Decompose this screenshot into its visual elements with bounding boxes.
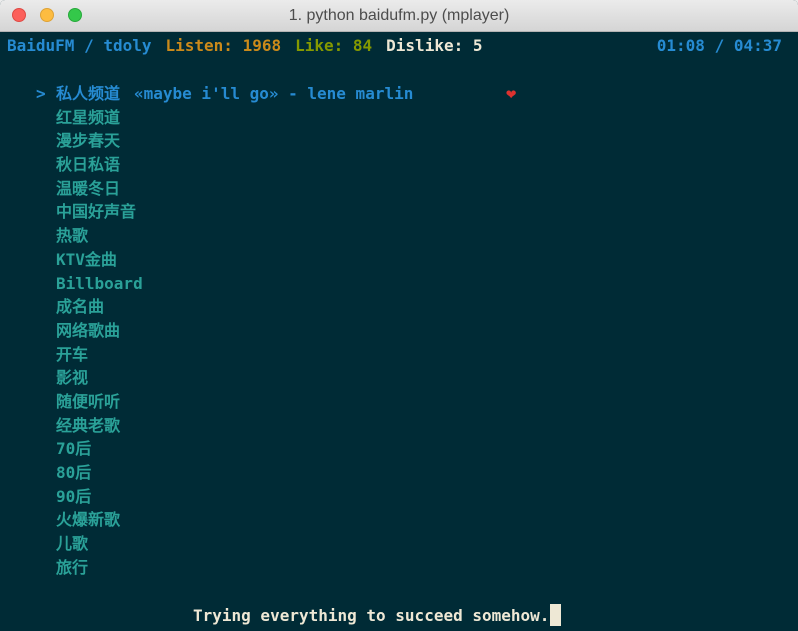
- listen-count: Listen: 1968: [165, 36, 282, 55]
- lyric-line: Trying everything to succeed somehow.: [193, 604, 562, 628]
- channel-label: 秋日私语: [56, 155, 121, 175]
- channel-item[interactable]: 80后: [36, 462, 143, 486]
- dislike-count: Dislike: 5: [386, 36, 483, 55]
- channel-item[interactable]: Billboard: [36, 273, 143, 297]
- lyric-text: Trying everything to succeed somehow.: [193, 606, 550, 625]
- window-title: 1. python baidufm.py (mplayer): [288, 7, 510, 24]
- channel-item[interactable]: 旅行: [36, 557, 143, 581]
- channel-item[interactable]: 70后: [36, 438, 143, 462]
- status-bar: BaiduFM / tdoly Listen: 1968 Like: 84 Disli…: [7, 36, 482, 56]
- playback-time: 01:08 / 04:37: [656, 36, 782, 55]
- channel-label: 90后: [56, 486, 92, 506]
- channel-label: 影视: [56, 368, 89, 388]
- channel-label: 80后: [56, 463, 92, 482]
- channel-label: 私人频道: [56, 84, 121, 103]
- now-playing-song: «maybe i'll go» - lene marlin: [134, 84, 414, 103]
- channel-label: 温暖冬日: [56, 178, 121, 198]
- app-user-label: BaiduFM / tdoly: [7, 36, 152, 55]
- channel-item[interactable]: > 私人频道 «maybe i'll go» - lene marlin ❤: [36, 83, 516, 107]
- channel-item[interactable]: 90后: [36, 486, 143, 510]
- channel-label: 中国好声音: [56, 202, 137, 222]
- channel-label: 成名曲: [56, 297, 105, 317]
- heart-icon: ❤: [506, 84, 517, 104]
- like-count: Like: 84: [295, 36, 373, 55]
- channel-label: 旅行: [56, 557, 89, 577]
- channel-item[interactable]: 红星频道: [36, 107, 143, 131]
- text-cursor: [550, 604, 562, 626]
- channel-item[interactable]: 漫步春天: [36, 130, 143, 154]
- channel-item[interactable]: 中国好声音: [36, 201, 143, 225]
- channel-item[interactable]: 随便听听: [36, 391, 143, 415]
- channel-label: 开车: [56, 344, 89, 364]
- channel-label: 网络歌曲: [56, 320, 121, 340]
- channel-label: 火爆新歌: [56, 510, 121, 530]
- channel-label: Billboard: [56, 273, 143, 293]
- channel-item[interactable]: 温暖冬日: [36, 178, 143, 202]
- channel-label: 漫步春天: [56, 131, 121, 151]
- channel-item[interactable]: 开车: [36, 344, 143, 368]
- channel-label: KTV金曲: [56, 249, 117, 269]
- channel-item[interactable]: 秋日私语: [36, 154, 143, 178]
- terminal-window: 1. python baidufm.py (mplayer) BaiduFM /…: [0, 0, 798, 631]
- channel-list: > 私人频道 «maybe i'll go» - lene marlin ❤ 红星频道漫…: [36, 83, 516, 581]
- channel-label: 经典老歌: [56, 415, 121, 435]
- channel-item[interactable]: 网络歌曲: [36, 320, 143, 344]
- channel-item[interactable]: 影视: [36, 367, 143, 391]
- selection-cursor: >: [36, 84, 46, 103]
- channel-label: 随便听听: [56, 391, 121, 411]
- terminal-content[interactable]: BaiduFM / tdoly Listen: 1968 Like: 84 Disli…: [0, 32, 798, 631]
- title-bar[interactable]: 1. python baidufm.py (mplayer): [0, 0, 798, 32]
- channel-item[interactable]: 经典老歌: [36, 415, 143, 439]
- channel-label: 红星频道: [56, 107, 121, 127]
- channel-item[interactable]: 火爆新歌: [36, 509, 143, 533]
- channel-item[interactable]: KTV金曲: [36, 249, 143, 273]
- channel-item[interactable]: 热歌: [36, 225, 143, 249]
- channel-label: 热歌: [56, 226, 89, 246]
- channel-label: 儿歌: [56, 534, 89, 554]
- channel-label: 70后: [56, 439, 92, 459]
- channel-item[interactable]: 儿歌: [36, 533, 143, 557]
- channel-item[interactable]: 成名曲: [36, 296, 143, 320]
